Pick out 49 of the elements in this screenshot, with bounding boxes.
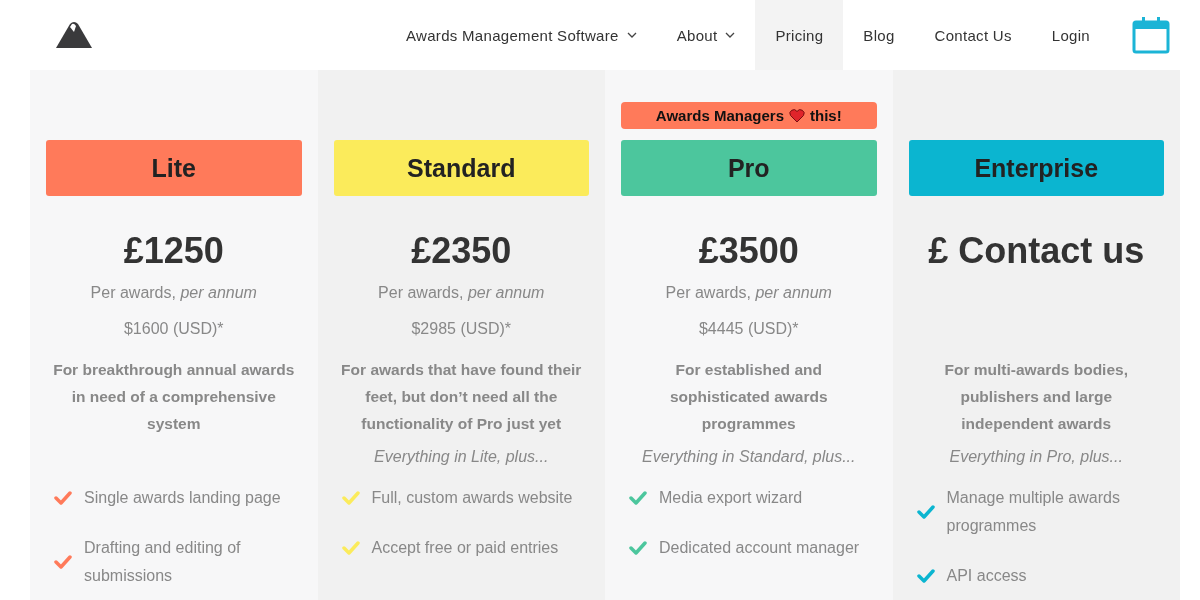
billing-period: Per awards, per annum [90, 284, 257, 301]
chevron-down-icon [725, 32, 736, 38]
usd-price: $2985 (USD)* [411, 320, 512, 337]
plan-header: Pro [621, 140, 877, 196]
check-icon [341, 491, 360, 505]
plan-description: For breakthrough annual awards in need of a comprehensive system [52, 360, 296, 434]
feature-text: Full, custom awards website [371, 488, 573, 508]
nav-link[interactable]: Pricing [755, 0, 844, 70]
check-icon [916, 569, 935, 583]
nav-link[interactable]: Awards Management Software [386, 0, 657, 70]
heart-icon [788, 108, 805, 123]
plan-description: For awards that have found their feet, but don’t need all the functionality of Pro just yet [340, 360, 583, 434]
plan-description: For multi-awards bodies, publishers and large independent awards [943, 360, 1129, 434]
plan-price: £ Contact us [928, 230, 1145, 272]
billing-period: Per awards, per annum [665, 284, 832, 301]
badge-text: this! [809, 107, 842, 124]
plan-price: £3500 [698, 230, 799, 272]
billing-period: Per awards, per annum [378, 284, 545, 301]
feature-text: Accept free or paid entries [371, 538, 559, 558]
check-icon [341, 541, 360, 555]
check-icon [54, 491, 72, 505]
usd-price: $4445 (USD)* [698, 320, 799, 337]
feature-text: Single awards landing page [84, 488, 281, 508]
feature-text: API access [946, 566, 1027, 586]
nav-link[interactable]: About [656, 0, 756, 70]
plan-intro: Everything in Standard, plus... [642, 448, 856, 465]
plan-header: Lite [46, 140, 302, 196]
plan-description: For established and sophisticated awards programmes [668, 360, 829, 434]
check-icon [54, 555, 72, 569]
nav-link[interactable]: Login [1031, 0, 1110, 70]
check-icon [629, 541, 647, 555]
plan-price: £2350 [411, 230, 512, 272]
nav-link[interactable]: Contact Us [914, 0, 1032, 70]
plan-header: Standard [333, 140, 589, 196]
check-icon [629, 491, 647, 505]
badge-text: Awards Managers [655, 107, 784, 124]
feature-text: Media export wizard [659, 488, 803, 508]
feature-text: Dedicated account manager [659, 538, 860, 558]
chevron-down-icon [626, 32, 637, 38]
usd-price: $1600 (USD)* [123, 320, 224, 337]
feature-text: Drafting and editing of submissions [84, 538, 242, 586]
nav-link[interactable]: Blog [843, 0, 915, 70]
plan-price: £1250 [123, 230, 224, 272]
feature-text: Manage multiple awards programmes [946, 488, 1121, 536]
plan-intro: Everything in Pro, plus... [949, 448, 1123, 465]
mountain-logo-icon[interactable] [56, 22, 92, 48]
plan-header: Enterprise [908, 140, 1164, 196]
check-icon [916, 505, 935, 519]
plan-intro: Everything in Lite, plus... [374, 448, 549, 465]
